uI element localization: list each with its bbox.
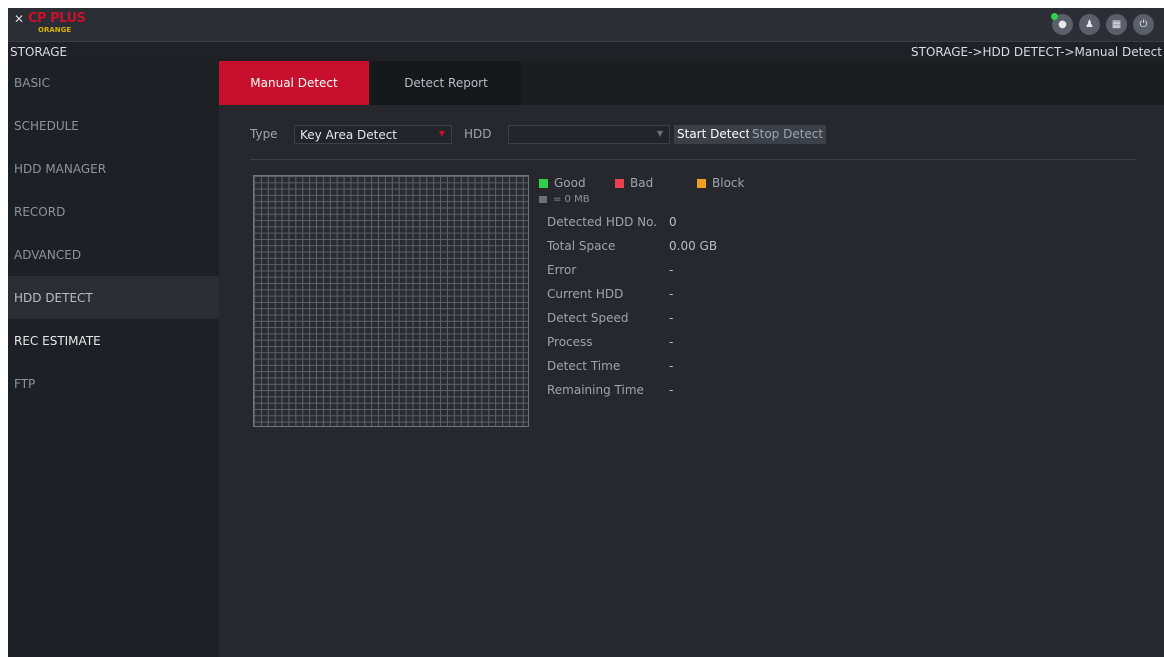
info-label: Error (547, 263, 577, 277)
status-dot (1051, 13, 1058, 20)
info-label: Detected HDD No. (547, 215, 658, 229)
info-label: Detect Time (547, 359, 621, 373)
info-value: - (669, 383, 674, 397)
user-icon[interactable]: ♟ (1079, 14, 1100, 35)
logo-text: CP PLUS (28, 11, 86, 26)
tab-bar: Manual Detect Detect Report (219, 61, 1164, 105)
sidebar-item-basic[interactable]: BASIC (8, 61, 219, 104)
tab-manual-detect[interactable]: Manual Detect (219, 61, 369, 105)
breadcrumb: STORAGE->HDD DETECT->Manual Detect (911, 45, 1162, 59)
info-label: Current HDD (547, 287, 624, 301)
type-select[interactable]: Key Area Detect ▼ (294, 125, 452, 144)
sidebar-item-hdd-detect[interactable]: HDD DETECT (8, 276, 219, 319)
dvr-window: ✕ CP PLUS ORANGE ● ♟ ▦ ⏻ STORAGE STORAGE… (8, 8, 1164, 657)
detect-block-grid (253, 175, 529, 427)
info-row: Process - (547, 335, 847, 351)
info-value: 0.00 GB (669, 239, 718, 253)
legend-unit-label: = 0 MB (553, 194, 590, 205)
sidebar: BASIC SCHEDULE HDD MANAGER RECORD ADVANC… (8, 61, 219, 657)
legend-bad: Bad (615, 176, 653, 190)
logo: ✕ CP PLUS ORANGE (12, 10, 112, 38)
unit-swatch (539, 196, 547, 203)
top-icons: ● ♟ ▦ ⏻ (1051, 13, 1154, 35)
info-label: Total Space (547, 239, 616, 253)
info-value: - (669, 311, 674, 325)
sidebar-item-ftp[interactable]: FTP (8, 362, 219, 405)
top-bar: ✕ CP PLUS ORANGE ● ♟ ▦ ⏻ (8, 8, 1164, 41)
stop-detect-button[interactable]: Stop Detect (749, 125, 827, 144)
divider (250, 159, 1137, 160)
detect-toolbar: Type Key Area Detect ▼ HDD ▼ Start Detec… (219, 123, 1164, 145)
info-row: Remaining Time - (547, 383, 847, 399)
sidebar-item-schedule[interactable]: SCHEDULE (8, 104, 219, 147)
legend-unit: = 0 MB (539, 194, 590, 205)
info-value: - (669, 359, 674, 373)
legend-good: Good (539, 176, 586, 190)
main-panel: Manual Detect Detect Report Type Key Are… (219, 61, 1164, 657)
info-row: Total Space 0.00 GB (547, 239, 847, 255)
info-row: Detected HDD No. 0 (547, 215, 847, 231)
info-label: Detect Speed (547, 311, 629, 325)
sidebar-item-record[interactable]: RECORD (8, 190, 219, 233)
info-label: Remaining Time (547, 383, 644, 397)
bad-swatch (615, 178, 624, 188)
info-value: - (669, 263, 674, 277)
hdd-label: HDD (464, 127, 492, 141)
sidebar-item-rec-estimate[interactable]: REC ESTIMATE (8, 319, 219, 362)
legend-block-label: Block (712, 176, 745, 190)
info-row: Error - (547, 263, 847, 279)
logo-mark: ✕ (14, 12, 24, 26)
sidebar-item-advanced[interactable]: ADVANCED (8, 233, 219, 276)
chevron-down-icon: ▼ (438, 129, 445, 138)
grid-icon[interactable]: ▦ (1106, 14, 1127, 35)
sidebar-item-hdd-manager[interactable]: HDD MANAGER (8, 147, 219, 190)
legend-block: Block (697, 176, 744, 190)
info-row: Detect Time - (547, 359, 847, 375)
info-label: Process (547, 335, 593, 349)
start-detect-button[interactable]: Start Detect (674, 125, 754, 144)
chevron-down-icon: ▼ (656, 129, 663, 138)
power-icon[interactable]: ⏻ (1133, 14, 1154, 35)
tab-detect-report[interactable]: Detect Report (371, 61, 521, 105)
hdd-select[interactable]: ▼ (508, 125, 670, 144)
info-row: Current HDD - (547, 287, 847, 303)
info-value: 0 (669, 215, 677, 229)
logo-subtext: ORANGE (38, 26, 72, 34)
page-title: STORAGE (10, 45, 68, 59)
eye-icon[interactable]: ● (1051, 13, 1073, 35)
legend-good-label: Good (554, 176, 586, 190)
block-swatch (697, 178, 706, 188)
good-swatch (539, 178, 548, 188)
info-row: Detect Speed - (547, 311, 847, 327)
type-label: Type (250, 127, 278, 141)
legend-bad-label: Bad (630, 176, 654, 190)
info-value: - (669, 287, 674, 301)
header-bar: STORAGE STORAGE->HDD DETECT->Manual Dete… (8, 41, 1164, 61)
info-value: - (669, 335, 674, 349)
type-select-value: Key Area Detect (300, 128, 398, 142)
